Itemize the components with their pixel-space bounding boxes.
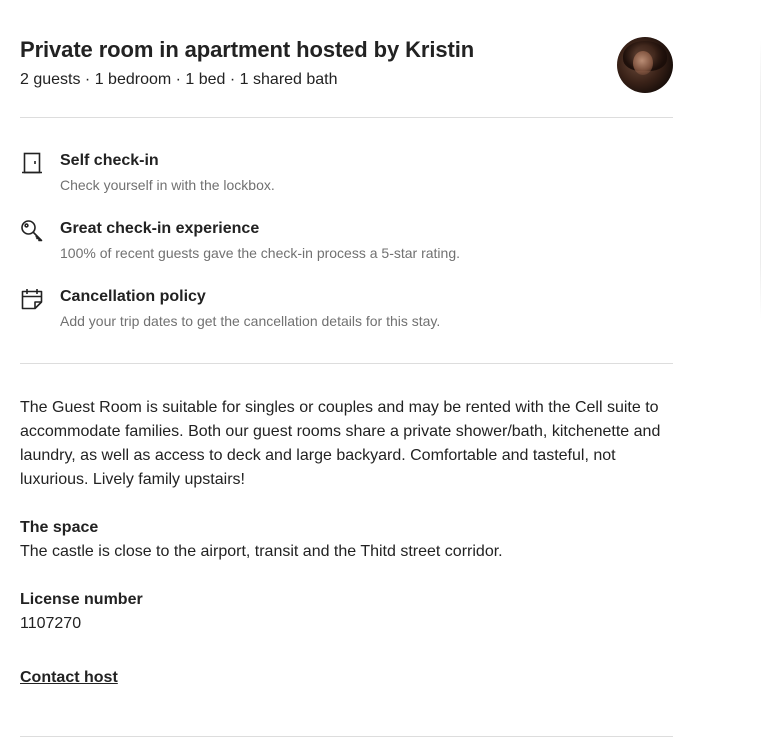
space-section: The space The castle is close to the air… <box>20 516 673 564</box>
highlight-description: Add your trip dates to get the cancellat… <box>60 313 441 329</box>
license-section: License number 1107270 <box>20 588 673 636</box>
key-icon <box>20 219 44 243</box>
highlight-title: Cancellation policy <box>60 288 206 305</box>
listing-capacity-summary: 2 guests · 1 bedroom · 1 bed · 1 shared … <box>20 71 338 88</box>
listing-header: Private room in apartment hosted by Kris… <box>20 0 673 118</box>
highlight-description: Check yourself in with the lockbox. <box>60 177 275 193</box>
highlight-check-in-experience: Great check-in experience 100% of recent… <box>20 219 673 269</box>
space-text: The castle is close to the airport, tran… <box>20 543 503 560</box>
license-number: 1107270 <box>20 615 82 632</box>
avatar-face <box>633 51 653 75</box>
license-heading: License number <box>20 591 143 608</box>
space-heading: The space <box>20 519 99 536</box>
host-avatar[interactable] <box>617 37 673 93</box>
listing-overview: Private room in apartment hosted by Kris… <box>20 0 673 737</box>
listing-description: The Guest Room is suitable for singles o… <box>20 364 673 737</box>
description-text: The Guest Room is suitable for singles o… <box>20 399 661 488</box>
highlight-cancellation-policy: Cancellation policy Add your trip dates … <box>20 287 673 337</box>
highlight-title: Self check-in <box>60 152 159 169</box>
highlight-self-check-in: Self check-in Check yourself in with the… <box>20 151 673 201</box>
calendar-icon <box>20 287 44 311</box>
highlight-description: 100% of recent guests gave the check-in … <box>60 245 460 261</box>
listing-title: Private room in apartment hosted by Kris… <box>20 37 475 62</box>
contact-host-link[interactable]: Contact host <box>20 666 118 690</box>
door-icon <box>20 151 44 175</box>
highlight-title: Great check-in experience <box>60 220 260 237</box>
listing-highlights: Self check-in Check yourself in with the… <box>20 118 673 364</box>
